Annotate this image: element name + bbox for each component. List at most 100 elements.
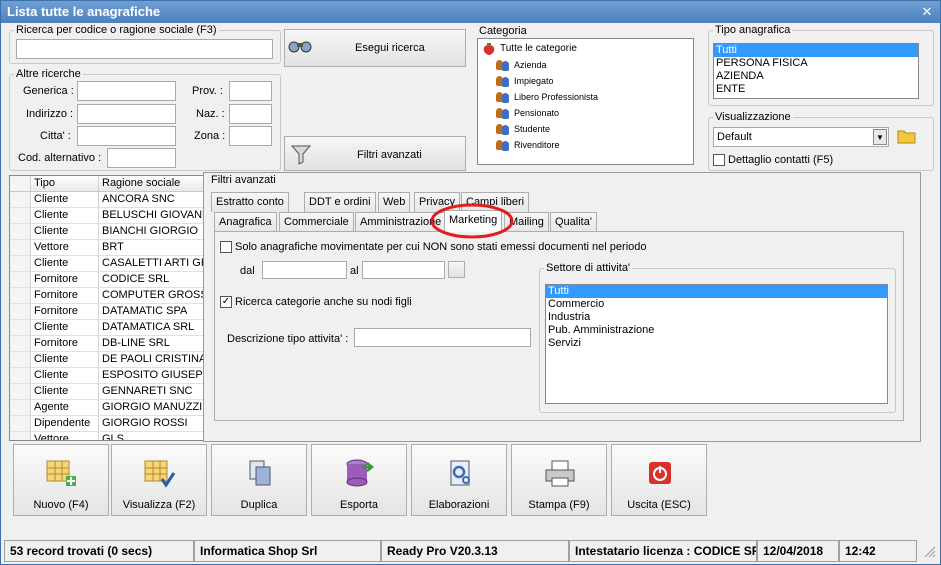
type-item[interactable]: AZIENDA — [714, 70, 918, 83]
category-item[interactable]: Rivenditore — [496, 137, 693, 153]
table-row[interactable]: Cliente GENNARETI SNC — [10, 384, 204, 400]
chevron-down-icon[interactable]: ▼ — [873, 129, 887, 145]
row-selector[interactable] — [10, 224, 31, 239]
table-row[interactable]: Cliente DE PAOLI CRISTINA — [10, 352, 204, 368]
row-selector[interactable] — [10, 320, 31, 335]
row-selector[interactable] — [10, 256, 31, 271]
print-button[interactable]: Stampa (F9) — [511, 444, 607, 516]
type-item[interactable]: Tutti — [714, 44, 918, 57]
status-version: Ready Pro V20.3.13 — [381, 540, 569, 562]
category-root[interactable]: Tutte le categorie — [482, 41, 693, 57]
grid-header-name[interactable]: Ragione sociale — [99, 176, 204, 191]
table-row[interactable]: Vettore BRT — [10, 240, 204, 256]
records-grid[interactable]: Tipo Ragione sociale Cliente ANCORA SNC Cl… — [9, 175, 205, 441]
dal-label: dal — [240, 265, 255, 277]
type-list[interactable]: Tutti PERSONA FISICA AZIENDA ENTE — [713, 43, 919, 99]
tab-commerciale[interactable]: Commerciale — [279, 212, 354, 232]
table-row[interactable]: Cliente BIANCHI GIORGIO — [10, 224, 204, 240]
table-row[interactable]: Vettore GLS — [10, 432, 204, 440]
export-button[interactable]: Esporta — [311, 444, 407, 516]
resize-grip-icon[interactable] — [919, 541, 937, 561]
tab-estratto-conto[interactable]: Estratto conto — [211, 192, 289, 212]
type-item[interactable]: ENTE — [714, 83, 918, 96]
status-company: Informatica Shop Srl — [194, 540, 381, 562]
zona-input[interactable] — [229, 126, 272, 146]
naz-label: Naz. : — [196, 108, 225, 120]
row-selector[interactable] — [10, 240, 31, 255]
dal-input[interactable] — [262, 261, 347, 279]
row-selector[interactable] — [10, 304, 31, 319]
table-row[interactable]: FornitoreCOMPUTER GROSS SR — [10, 288, 204, 304]
row-selector[interactable] — [10, 400, 31, 415]
tab-anagrafica[interactable]: Anagrafica — [214, 212, 277, 232]
table-row[interactable]: Dipendente GIORGIO ROSSI — [10, 416, 204, 432]
calendar-button[interactable] — [448, 261, 465, 278]
settore-list[interactable]: Tutti Commercio Industria Pub. Amministr… — [545, 284, 888, 404]
view-select-value: Default — [717, 131, 752, 143]
table-row[interactable]: Fornitore DB-LINE SRL — [10, 336, 204, 352]
binoculars-icon — [288, 41, 312, 53]
row-selector[interactable] — [10, 192, 31, 207]
row-selector[interactable] — [10, 208, 31, 223]
details-checkbox[interactable] — [713, 154, 725, 166]
table-row[interactable]: Fornitore DATAMATIC SPA — [10, 304, 204, 320]
tab-qualita[interactable]: Qualita' — [550, 212, 597, 232]
execute-search-button[interactable]: Esegui ricerca — [284, 29, 466, 67]
people-icon — [496, 59, 510, 71]
cell-name: DATAMATICA SRL — [102, 321, 195, 333]
row-selector[interactable] — [10, 384, 31, 399]
exit-button[interactable]: Uscita (ESC) — [611, 444, 707, 516]
table-row[interactable]: Cliente DATAMATICA SRL — [10, 320, 204, 336]
table-row[interactable]: ClienteCASALETTI ARTI GRA — [10, 256, 204, 272]
category-item[interactable]: Studente — [496, 121, 693, 137]
table-row[interactable]: ClienteESPOSITO GIUSEPPE — [10, 368, 204, 384]
new-button[interactable]: Nuovo (F4) — [13, 444, 109, 516]
tab-web[interactable]: Web — [378, 192, 411, 212]
settore-item[interactable]: Industria — [546, 311, 887, 324]
settore-item[interactable]: Servizi — [546, 337, 887, 350]
indirizzo-input[interactable] — [77, 104, 176, 124]
prov-input[interactable] — [229, 81, 272, 101]
cell-name: BIANCHI GIORGIO — [102, 225, 198, 237]
category-item[interactable]: Pensionato — [496, 105, 693, 121]
table-row[interactable]: Cliente ANCORA SNC — [10, 192, 204, 208]
cod-alternativo-input[interactable] — [107, 148, 176, 168]
view-select[interactable]: Default ▼ — [713, 127, 889, 147]
category-item[interactable]: Azienda — [496, 57, 693, 73]
category-item[interactable]: Libero Professionista — [496, 89, 693, 105]
settore-item[interactable]: Tutti — [546, 285, 887, 298]
duplicate-button[interactable]: Duplica — [211, 444, 307, 516]
row-selector[interactable] — [10, 416, 31, 431]
row-selector[interactable] — [10, 288, 31, 303]
view-button[interactable]: Visualizza (F2) — [111, 444, 207, 516]
descrizione-input[interactable] — [354, 328, 531, 347]
table-row[interactable]: Fornitore CODICE SRL — [10, 272, 204, 288]
view-button-label: Visualizza (F2) — [122, 499, 196, 511]
table-row[interactable]: AgenteGIORGIO MANUZZI (C — [10, 400, 204, 416]
advanced-filters-button[interactable]: Filtri avanzati — [284, 136, 466, 171]
row-selector[interactable] — [10, 368, 31, 383]
processing-button[interactable]: Elaborazioni — [411, 444, 507, 516]
category-item[interactable]: Impiegato — [496, 73, 693, 89]
settore-item[interactable]: Commercio — [546, 298, 887, 311]
row-selector[interactable] — [10, 432, 31, 440]
ricerca-categorie-checkbox[interactable]: ✓ — [220, 296, 232, 308]
row-selector[interactable] — [10, 272, 31, 287]
row-selector[interactable] — [10, 336, 31, 351]
naz-input[interactable] — [229, 104, 272, 124]
table-row[interactable]: Cliente BELUSCHI GIOVANNI — [10, 208, 204, 224]
search-input[interactable] — [16, 39, 273, 59]
generica-input[interactable] — [77, 81, 176, 101]
al-input[interactable] — [362, 261, 445, 279]
window-title: Lista tutte le anagrafiche — [1, 1, 940, 23]
folder-icon[interactable] — [897, 127, 917, 145]
solo-movimentate-checkbox[interactable] — [220, 241, 232, 253]
type-item[interactable]: PERSONA FISICA — [714, 57, 918, 70]
close-icon[interactable]: ✕ — [920, 5, 934, 19]
grid-header-type[interactable]: Tipo — [31, 176, 99, 191]
row-selector[interactable] — [10, 352, 31, 367]
category-tree[interactable]: Tutte le categorie Azienda Impiegato Lib… — [477, 38, 694, 165]
settore-item[interactable]: Pub. Amministrazione — [546, 324, 887, 337]
tab-ddt-ordini[interactable]: DDT e ordini — [304, 192, 376, 212]
citta-input[interactable] — [77, 126, 176, 146]
